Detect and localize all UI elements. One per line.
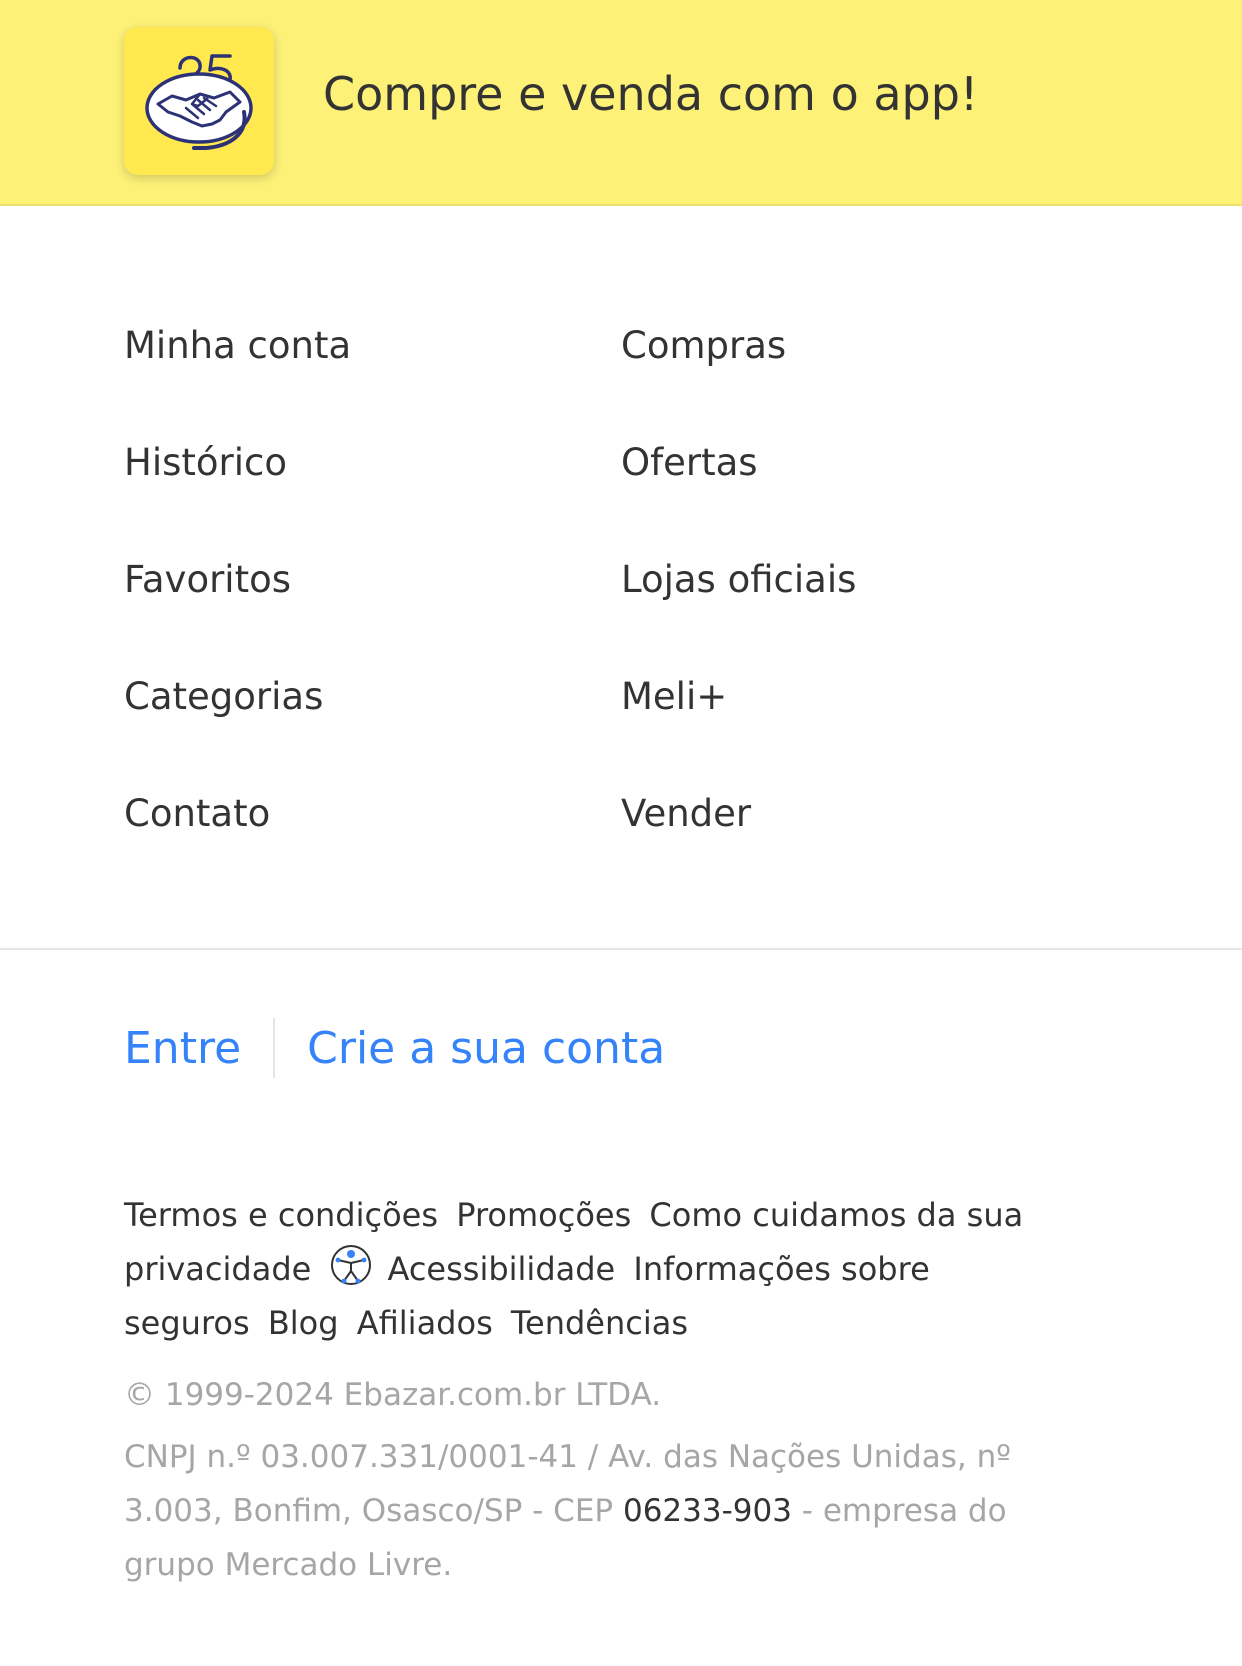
app-download-banner[interactable]: Compre e venda com o app! (0, 0, 1242, 206)
accessibility-icon (329, 1244, 373, 1286)
nav-item-vender[interactable]: Vender (621, 786, 1118, 903)
nav-item-minha-conta[interactable]: Minha conta (124, 318, 621, 435)
nav-item-historico[interactable]: Histórico (124, 435, 621, 552)
auth-separator (273, 1018, 276, 1078)
login-link[interactable]: Entre (124, 1023, 241, 1074)
terms-link[interactable]: Termos e condições (124, 1196, 438, 1234)
nav-item-compras[interactable]: Compras (621, 318, 1118, 435)
signup-link[interactable]: Crie a sua conta (307, 1023, 665, 1074)
blog-link[interactable]: Blog (268, 1304, 339, 1342)
accessibility-link[interactable]: Acessibilidade (387, 1250, 615, 1288)
cep-number[interactable]: 06233-903 (623, 1493, 792, 1529)
promotions-link[interactable]: Promoções (456, 1196, 631, 1234)
trends-link[interactable]: Tendências (511, 1304, 688, 1342)
mercado-livre-logo-icon[interactable] (124, 27, 274, 175)
nav-item-ofertas[interactable]: Ofertas (621, 435, 1118, 552)
banner-title[interactable]: Compre e venda com o app! (323, 64, 978, 124)
handshake-icon (145, 54, 253, 150)
nav-item-contato[interactable]: Contato (124, 786, 621, 903)
nav-item-categorias[interactable]: Categorias (124, 669, 621, 786)
nav-item-meli-plus[interactable]: Meli+ (621, 669, 1118, 786)
nav-item-lojas-oficiais[interactable]: Lojas oficiais (621, 552, 1118, 669)
nav-item-favoritos[interactable]: Favoritos (124, 552, 621, 669)
copyright-text: © 1999-2024 Ebazar.com.br LTDA. (124, 1377, 662, 1413)
auth-links: Entre Crie a sua conta (124, 1016, 665, 1080)
affiliates-link[interactable]: Afiliados (357, 1304, 493, 1342)
account-nav: Minha conta Compras Histórico Ofertas Fa… (124, 318, 1124, 903)
footer-links: Termos e condições Promoções Como cuidam… (124, 1188, 1044, 1350)
section-divider (0, 948, 1242, 950)
company-address: CNPJ n.º 03.007.331/0001-41 / Av. das Na… (124, 1430, 1064, 1592)
